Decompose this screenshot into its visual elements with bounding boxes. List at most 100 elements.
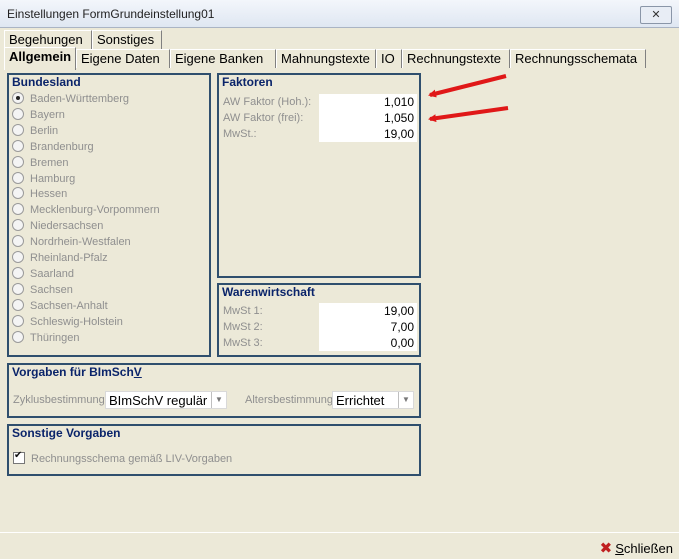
mwst3-input[interactable]: 0,00: [319, 335, 417, 351]
radio-button[interactable]: [12, 171, 24, 184]
ww-row-mwst3: MwSt 3: 0,00: [223, 335, 417, 351]
aw-faktor-hoh-input[interactable]: 1,010: [319, 94, 417, 110]
radio-button[interactable]: [12, 92, 24, 104]
radio-button[interactable]: [12, 219, 24, 232]
tab-eigene-daten[interactable]: Eigene Daten: [76, 49, 170, 68]
bundesland-option-label: Nordrhein-Westfalen: [30, 236, 131, 249]
mwst1-input[interactable]: 19,00: [319, 303, 417, 319]
group-warenwirtschaft: Warenwirtschaft MwSt 1: 19,00 MwSt 2: 7,…: [217, 283, 421, 357]
group-bundesland: Bundesland Baden-Württemberg Bayern Berlin…: [7, 73, 211, 357]
group-title-sonstige: Sonstige Vorgaben: [12, 426, 121, 440]
mwst2-input[interactable]: 7,00: [319, 319, 417, 335]
bundesland-option[interactable]: Brandenburg: [12, 139, 94, 155]
bottom-bar: ✖ Schließen: [0, 532, 679, 559]
annotation-arrows: [428, 74, 509, 123]
bundesland-option-label: Saarland: [30, 267, 75, 280]
faktor-row-aw-frei: AW Faktor (frei): 1,050: [223, 110, 417, 126]
group-sonstige-vorgaben: Sonstige Vorgaben Rechnungsschema gemäß …: [7, 424, 421, 476]
alter-label: Altersbestimmung: [245, 394, 334, 406]
close-icon: ✕: [651, 9, 661, 21]
alter-select-value: Errichtet: [336, 393, 385, 408]
ww-row-mwst1: MwSt 1: 19,00: [223, 303, 417, 319]
mwst-input[interactable]: 19,00: [319, 126, 417, 142]
bundesland-option[interactable]: Hessen: [12, 187, 67, 202]
radio-button[interactable]: [12, 139, 24, 152]
group-title-warenwirtschaft: Warenwirtschaft: [222, 285, 315, 299]
tab-allgemein[interactable]: Allgemein: [4, 47, 76, 70]
radio-button[interactable]: [12, 203, 24, 216]
radio-button[interactable]: [12, 107, 24, 120]
bundesland-option[interactable]: Saarland: [12, 266, 75, 282]
zyklus-select[interactable]: BImSchV regulär ▼: [105, 391, 227, 409]
bundesland-option-label: Bremen: [30, 156, 69, 169]
tab-sonstiges[interactable]: Sonstiges: [92, 30, 162, 49]
ww-row-mwst2: MwSt 2: 7,00: [223, 319, 417, 335]
dialog-client: Begehungen Sonstiges Allgemein Eigene Da…: [0, 28, 679, 558]
bundesland-option-label: Schleswig-Holstein: [30, 315, 123, 328]
faktor-label: AW Faktor (Hoh.):: [223, 96, 312, 108]
liv-checkbox[interactable]: [13, 450, 25, 464]
window-close-button[interactable]: ✕: [640, 6, 672, 24]
radio-button[interactable]: [12, 251, 24, 263]
radio-button[interactable]: [12, 282, 24, 295]
ww-label: MwSt 1:: [223, 305, 263, 317]
tab-eigene-banken[interactable]: Eigene Banken: [170, 49, 276, 68]
liv-checkbox-row[interactable]: Rechnungsschema gemäß LIV-Vorgaben: [13, 450, 233, 465]
bundesland-option[interactable]: Baden-Württemberg: [12, 92, 129, 107]
bundesland-option-label: Baden-Württemberg: [30, 93, 130, 105]
tab-rechnungsschemata[interactable]: Rechnungsschemata: [510, 49, 646, 68]
alter-select[interactable]: Errichtet ▼: [332, 391, 414, 409]
bundesland-option[interactable]: Berlin: [12, 123, 59, 139]
bundesland-option[interactable]: Thüringen: [12, 330, 80, 346]
zyklus-select-value: BImSchV regulär: [109, 393, 208, 408]
group-vorgaben-bimschv: Vorgaben für BImSchV Zyklusbestimmung BI…: [7, 363, 421, 418]
tab-io[interactable]: IO: [376, 49, 402, 68]
faktor-label: AW Faktor (frei):: [223, 112, 304, 124]
radio-button[interactable]: [12, 330, 24, 343]
bundesland-option-label: Hamburg: [30, 172, 76, 185]
radio-button[interactable]: [12, 314, 24, 327]
schliessen-button[interactable]: ✖ Schließen: [600, 539, 673, 557]
bundesland-option-label: Rheinland-Pfalz: [30, 252, 108, 264]
radio-button[interactable]: [12, 155, 24, 168]
faktor-label: MwSt.:: [223, 128, 257, 140]
aw-faktor-frei-input[interactable]: 1,050: [319, 110, 417, 126]
bundesland-option-label: Brandenburg: [30, 140, 94, 153]
group-title-bundesland: Bundesland: [12, 75, 81, 89]
window-title: Einstellungen FormGrundeinstellung01: [7, 7, 215, 21]
faktor-row-mwst: MwSt.: 19,00: [223, 126, 417, 142]
bundesland-option[interactable]: Bayern: [12, 107, 65, 123]
zyklus-label: Zyklusbestimmung: [13, 394, 105, 406]
faktor-row-aw-hoh: AW Faktor (Hoh.): 1,010: [223, 94, 417, 110]
bundesland-option-label: Hessen: [30, 188, 68, 201]
group-faktoren: Faktoren AW Faktor (Hoh.): 1,010 AW Fakt…: [217, 73, 421, 278]
bundesland-option[interactable]: Sachsen-Anhalt: [12, 298, 108, 314]
bundesland-option[interactable]: Sachsen: [12, 282, 73, 298]
bundesland-option[interactable]: Niedersachsen: [12, 219, 103, 234]
annotation-arrow-2: [428, 106, 509, 123]
bundesland-option[interactable]: Nordrhein-Westfalen: [12, 235, 131, 250]
radio-button[interactable]: [12, 235, 24, 248]
radio-button[interactable]: [12, 266, 24, 279]
group-title-vorgaben: Vorgaben für BImSchV: [12, 365, 142, 379]
radio-button[interactable]: [12, 123, 24, 136]
bundesland-option-label: Sachsen: [30, 283, 73, 296]
ww-label: MwSt 2:: [223, 321, 263, 333]
radio-button[interactable]: [12, 187, 24, 200]
group-title-faktoren: Faktoren: [222, 75, 273, 89]
title-bar: Einstellungen FormGrundeinstellung01 ✕: [0, 0, 679, 28]
bundesland-option-label: Bayern: [30, 108, 65, 121]
bundesland-option[interactable]: Rheinland-Pfalz: [12, 251, 108, 266]
tab-mahnungstexte[interactable]: Mahnungstexte: [276, 49, 376, 68]
bundesland-option[interactable]: Hamburg: [12, 171, 76, 187]
bundesland-option-label: Sachsen-Anhalt: [30, 299, 108, 312]
bundesland-option[interactable]: Schleswig-Holstein: [12, 314, 123, 330]
radio-button[interactable]: [12, 298, 24, 311]
chevron-down-icon: ▼: [398, 392, 413, 408]
liv-checkbox-label: Rechnungsschema gemäß LIV-Vorgaben: [31, 453, 233, 465]
bundesland-option-label: Berlin: [30, 124, 59, 137]
tab-rechnungstexte[interactable]: Rechnungstexte: [402, 49, 510, 68]
bundesland-option[interactable]: Mecklenburg-Vorpommern: [12, 203, 160, 218]
bundesland-option-label: Niedersachsen: [30, 220, 104, 233]
bundesland-option[interactable]: Bremen: [12, 155, 69, 171]
